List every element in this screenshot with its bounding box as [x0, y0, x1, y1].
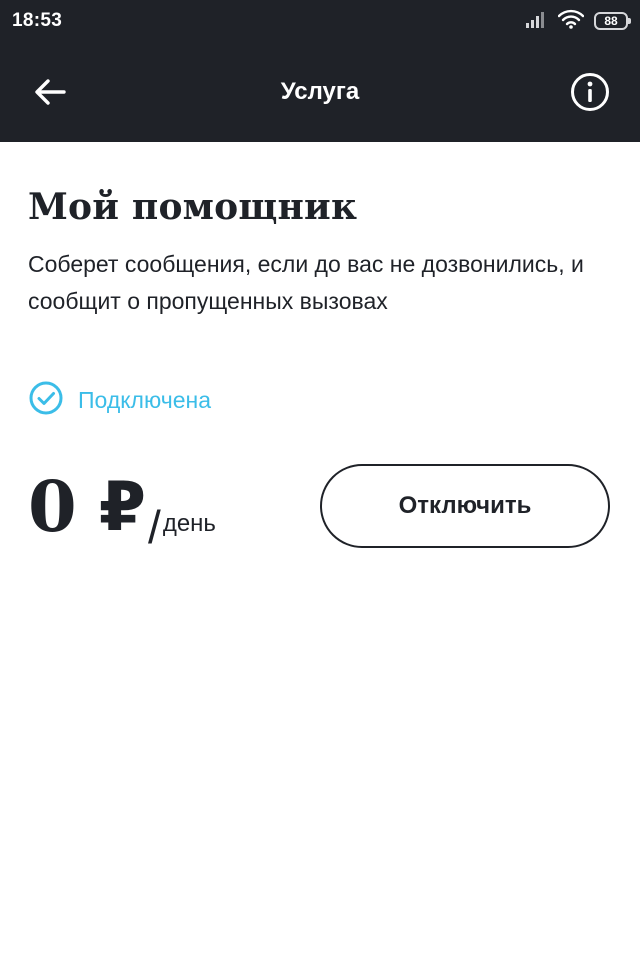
disable-service-button[interactable]: Отключить [320, 464, 610, 548]
status-bar: 18:53 88 [0, 0, 640, 44]
price-currency: ₽ [98, 468, 147, 547]
service-status: Подключена [28, 380, 211, 421]
service-description: Соберет сообщения, если до вас не дозвон… [28, 251, 584, 314]
status-text: Подключена [78, 387, 211, 413]
info-icon [570, 72, 610, 117]
signal-icon [526, 10, 548, 33]
price-period: день [162, 510, 216, 537]
wifi-icon [557, 9, 585, 34]
price-separator: / [148, 501, 161, 553]
price-value: 0 [28, 465, 77, 548]
info-button[interactable] [568, 72, 612, 116]
app-bar: Услуга [0, 44, 640, 142]
price: 0 ₽ / день [28, 465, 216, 551]
status-time: 18:53 [12, 10, 63, 31]
status-icons: 88 [526, 9, 631, 34]
battery-level: 88 [604, 14, 618, 28]
check-circle-icon [28, 380, 64, 421]
service-title: Мой помощник [28, 186, 358, 228]
page-title: Услуга [280, 78, 360, 105]
battery-icon: 88 [594, 12, 631, 30]
